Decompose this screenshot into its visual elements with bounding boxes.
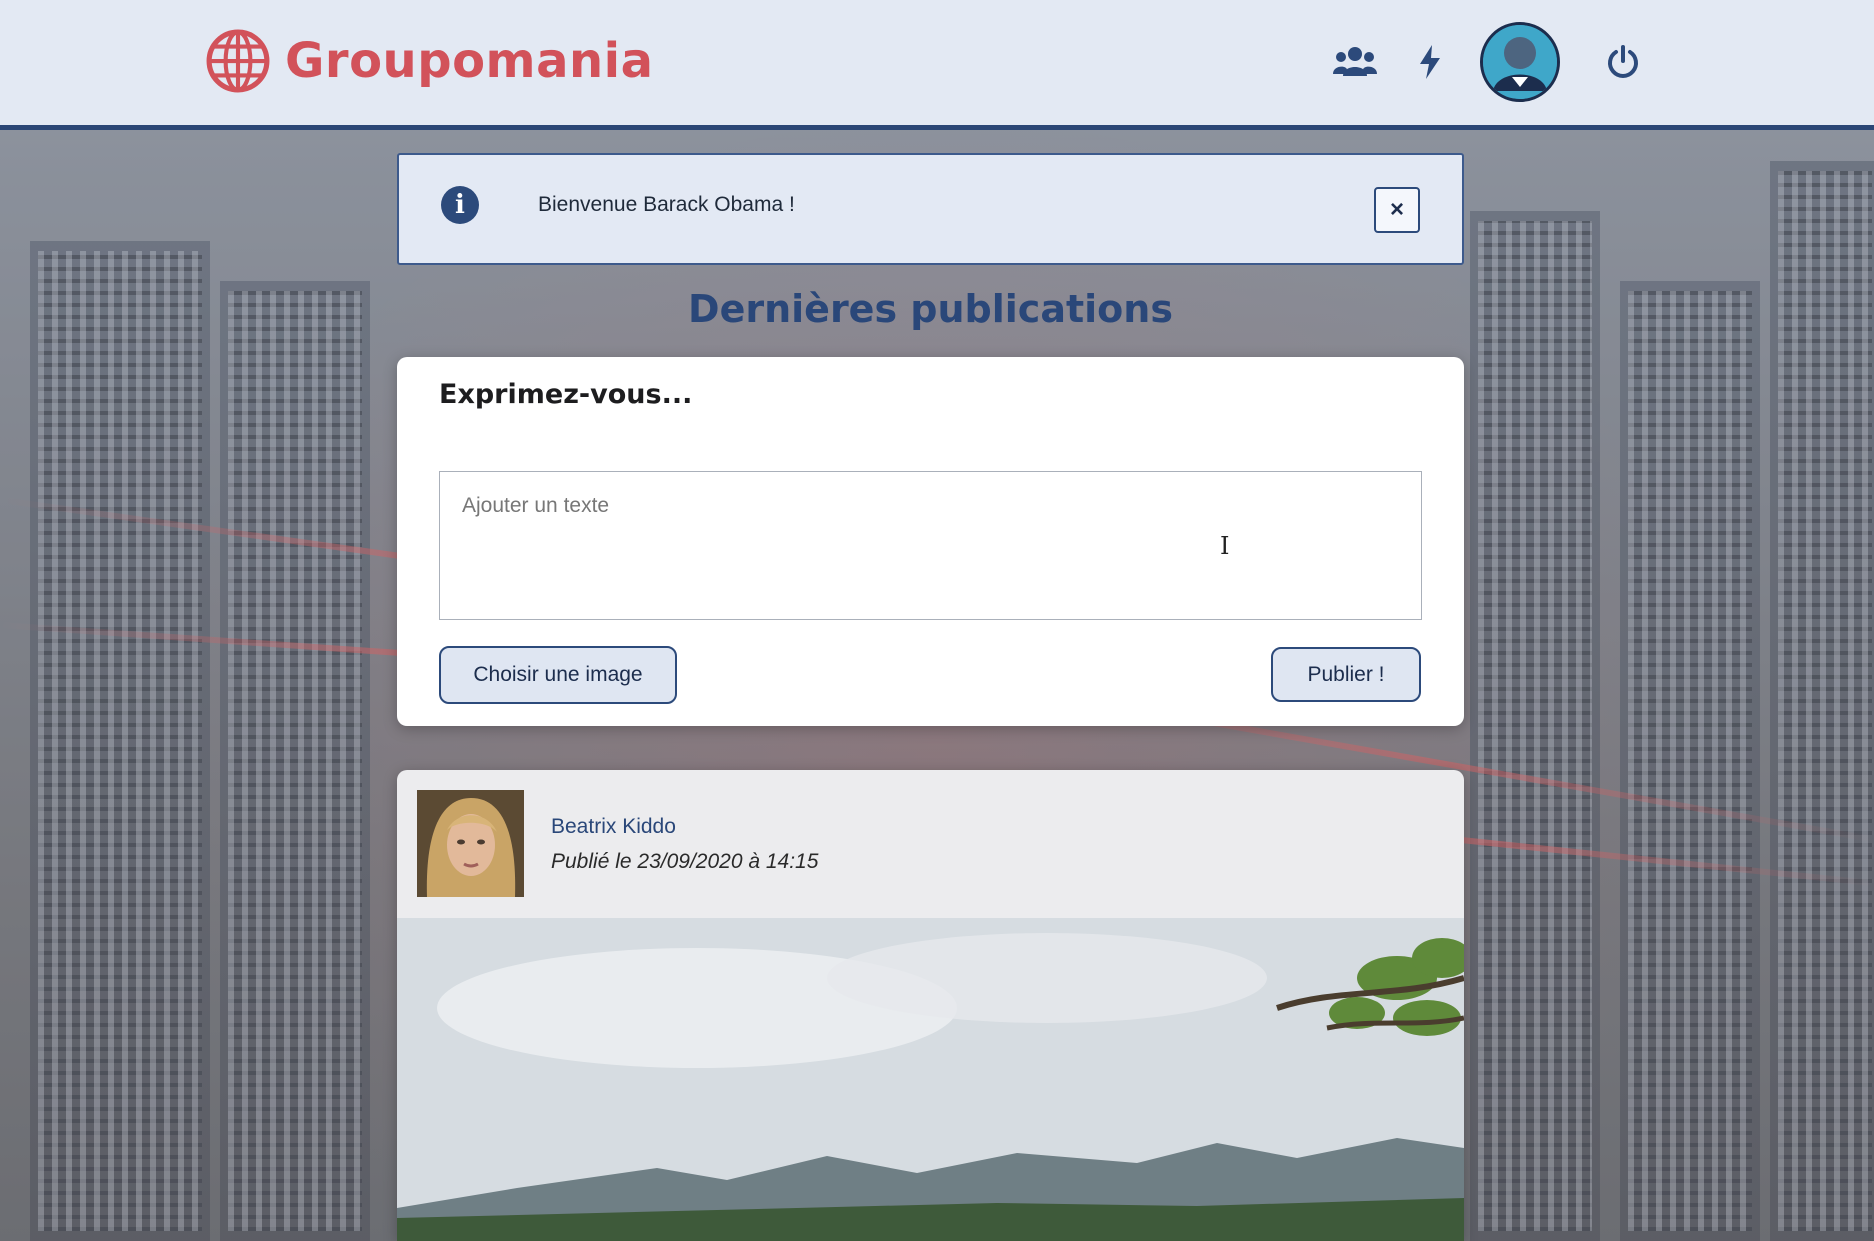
top-header: Groupomania (0, 0, 1874, 130)
publish-button[interactable]: Publier ! (1271, 647, 1421, 702)
welcome-message: Bienvenue Barack Obama ! (538, 193, 795, 216)
logout-button[interactable] (1598, 37, 1648, 87)
post-date: Publié le 23/09/2020 à 14:15 (551, 850, 819, 873)
bolt-icon (1420, 45, 1440, 79)
profile-avatar (1483, 25, 1557, 99)
brand-name: Groupomania (285, 33, 654, 89)
power-icon (1608, 45, 1638, 78)
users-button[interactable] (1330, 37, 1380, 87)
activity-button[interactable] (1410, 37, 1450, 87)
app-logo[interactable]: Groupomania (205, 28, 653, 94)
post-text-input[interactable] (439, 471, 1422, 620)
compose-heading: Exprimez-vous... (439, 379, 693, 410)
globe-icon (206, 29, 270, 93)
text-cursor-icon: I (1220, 532, 1230, 560)
post-card: Beatrix Kiddo Publié le 23/09/2020 à 14:… (397, 770, 1464, 1241)
compose-card: Exprimez-vous... I Choisir une image Pub… (397, 357, 1464, 726)
author-avatar[interactable] (417, 790, 524, 897)
profile-avatar-button[interactable] (1480, 22, 1560, 102)
post-author-link[interactable]: Beatrix Kiddo (551, 815, 676, 839)
page-title: Dernières publications (688, 287, 1173, 331)
info-icon: i (441, 186, 479, 224)
choose-image-button[interactable]: Choisir une image (439, 646, 677, 704)
post-image (397, 918, 1464, 1241)
close-alert-button[interactable]: × (1374, 187, 1420, 233)
users-icon (1333, 47, 1377, 76)
welcome-alert: i Bienvenue Barack Obama ! × (397, 153, 1464, 265)
